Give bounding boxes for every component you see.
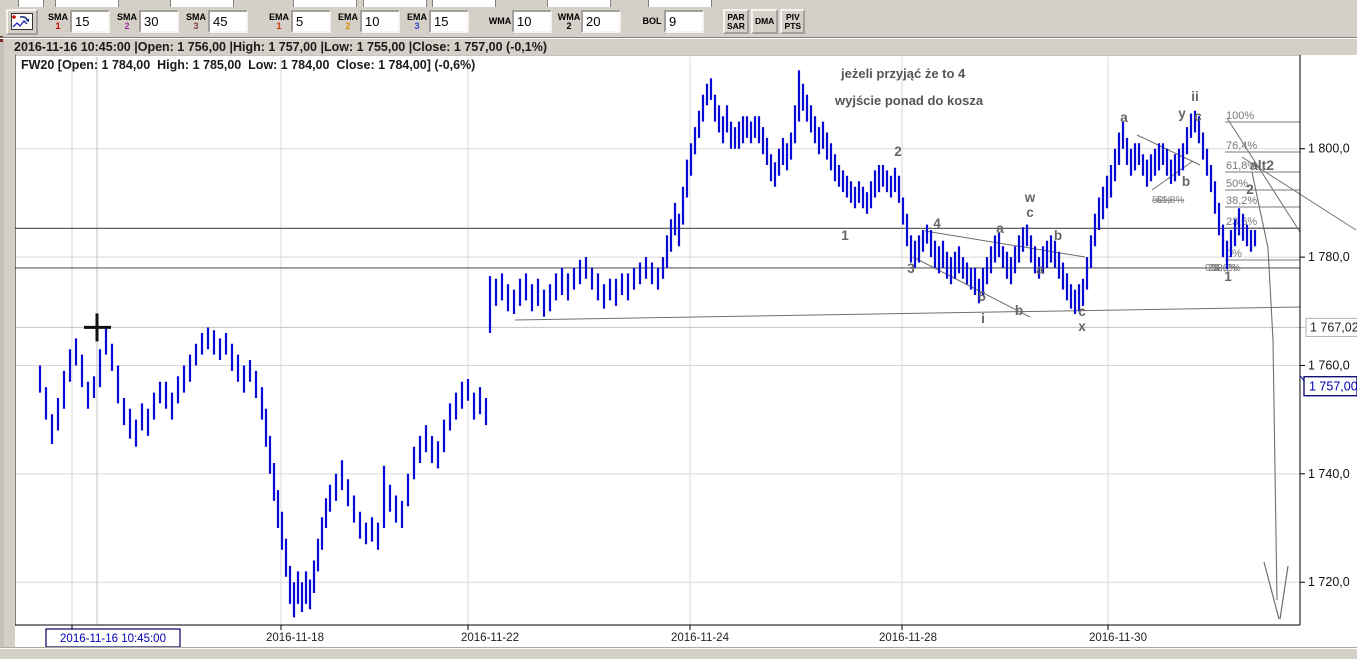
chart-text: 4 — [933, 216, 941, 231]
indicator-period-input-ema2[interactable] — [360, 10, 400, 33]
window-left-edge — [0, 0, 4, 659]
chart-text: alt2 — [1250, 157, 1274, 173]
indicator-group-sma1: SMA 1 — [46, 10, 110, 33]
chart-text: b — [1054, 228, 1062, 243]
chart-text: 61,8% — [1156, 195, 1184, 206]
chart-panel[interactable]: 100% 76,4% 61,8% 50% 38,2% 23,6% 0% 0% 23,6% 38,2… — [15, 55, 1357, 648]
status-bar — [0, 647, 1357, 659]
indicator-label: WMA — [488, 16, 512, 26]
price-chart[interactable]: 100%76,4%61,8%50%38,2%23,6%0%0%23,6%38,2… — [15, 55, 1357, 648]
chart-text: y — [1178, 106, 1186, 121]
chart-text: 1 800,0 — [1308, 142, 1350, 156]
indicator-group-ema3: EMA 3 — [405, 10, 469, 33]
indicator-label: EMA 3 — [407, 11, 427, 31]
top-toolbar-clipped-row — [0, 0, 1357, 7]
indicator-label: EMA 1 — [269, 11, 289, 31]
chart-text: 1 720,0 — [1308, 575, 1350, 589]
chart-text: a — [1120, 110, 1128, 125]
indicator-group-wma2: WMA 2 — [557, 10, 621, 33]
indicator-period-input-wma[interactable] — [512, 10, 552, 33]
chart-text: 2 — [894, 144, 902, 159]
chart-text: 76,4% — [1226, 140, 1257, 152]
chart-text: 2016-11-22 — [461, 632, 519, 644]
chart-text: 1 — [841, 228, 849, 243]
chart-text: 2016-11-28 — [879, 632, 937, 644]
chart-text: a — [1036, 262, 1044, 277]
indicator-period-input-wma2[interactable] — [581, 10, 621, 33]
chart-text: 2016-11-30 — [1089, 632, 1147, 644]
chart-text: 1 760,0 — [1308, 358, 1350, 372]
indicator-period-input-sma1[interactable] — [70, 10, 110, 33]
par-sar-button[interactable]: PAR SAR — [723, 9, 749, 34]
chart-text: 1 767,02 — [1310, 320, 1357, 334]
chart-text: 3 — [907, 261, 915, 276]
chart-text: 1 740,0 — [1308, 467, 1350, 481]
indicator-group-wma: WMA — [488, 10, 552, 33]
down-arrow-head — [1279, 565, 1289, 620]
chart-text: 2 — [1246, 182, 1254, 197]
chart-text: wyjście ponad do kosza — [834, 93, 984, 108]
indicator-label: WMA 2 — [557, 11, 581, 31]
chart-text: 5 — [978, 289, 986, 304]
chart-text: 2016-11-18 — [266, 632, 324, 644]
long-support-line — [514, 306, 1301, 321]
price-bars — [38, 70, 1257, 618]
quote-status-line: 2016-11-16 10:45:00 |Open: 1 756,00 |Hig… — [14, 40, 548, 54]
indicator-label: SMA 3 — [186, 11, 206, 31]
indicator-label: SMA 2 — [117, 11, 137, 31]
indicator-period-input-sma2[interactable] — [139, 10, 179, 33]
indicator-group-bol: BOL — [640, 10, 704, 33]
indicator-label: SMA 1 — [48, 11, 68, 31]
indicator-group-sma3: SMA 3 — [184, 10, 248, 33]
piv-pts-button[interactable]: PIV PTS — [780, 9, 806, 34]
chart-text: a — [996, 221, 1004, 236]
toolbar-divider — [0, 37, 1357, 39]
indicator-period-input-ema3[interactable] — [429, 10, 469, 33]
chart-text: x — [1078, 319, 1086, 334]
chart-title: FW20 [Open: 1 784,00 High: 1 785,00 Low:… — [21, 58, 476, 72]
chart-text: 23,6% — [1226, 216, 1257, 228]
chart-text: w — [1024, 190, 1036, 205]
indicator-period-input-ema1[interactable] — [291, 10, 331, 33]
chart-text: b — [1182, 174, 1190, 189]
charting-app-window: SMA1 SMA2 SMA3 EMA1 EMA2 EMA3 WMA WMA2 BOL PARSA… — [0, 0, 1357, 659]
indicator-label: BOL — [642, 16, 662, 26]
chart-text: jeżeli przyjąć że to 4 — [840, 66, 966, 81]
chart-text: 1 757,00 — [1309, 380, 1357, 394]
chart-text: 50% — [1226, 178, 1248, 190]
chart-text: 1 780,0 — [1308, 250, 1350, 264]
chart-text: ii — [1191, 89, 1199, 104]
chart-text: 2016-11-16 10:45:00 — [60, 633, 166, 645]
chart-text: b — [1015, 303, 1023, 318]
indicator-group-sma2: SMA 2 — [115, 10, 179, 33]
chart-text: 1 — [1224, 269, 1232, 284]
chart-text: i — [981, 311, 985, 326]
insert-chart-icon-button[interactable] — [6, 8, 38, 35]
chart-text: 0% — [1226, 248, 1242, 260]
chart-text: c — [1194, 109, 1202, 124]
dma-button[interactable]: DMA — [750, 9, 779, 34]
chart-text: 2016-11-24 — [671, 632, 730, 644]
indicator-toolbar: SMA1 SMA2 SMA3 EMA1 EMA2 EMA3 WMA WMA2 BOL PARSA… — [0, 7, 1357, 36]
chart-text: 100% — [1226, 110, 1254, 122]
insert-chart-icon — [11, 13, 33, 30]
indicator-period-input-sma3[interactable] — [208, 10, 248, 33]
indicator-group-ema1: EMA 1 — [267, 10, 331, 33]
indicator-label: EMA 2 — [338, 11, 358, 31]
chart-text: c — [1026, 205, 1034, 220]
chart-text: c — [1078, 304, 1086, 319]
indicator-period-input-bol[interactable] — [664, 10, 704, 33]
indicator-group-ema2: EMA 2 — [336, 10, 400, 33]
